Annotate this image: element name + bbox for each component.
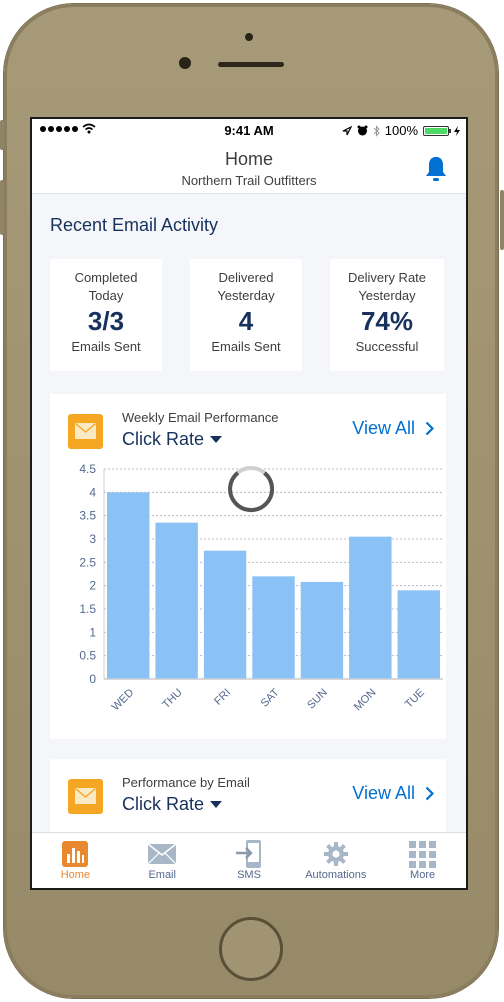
y-tick-label: 2 [89,579,96,593]
tab-sms[interactable]: SMS [206,833,293,888]
x-tick-label: SUN [305,687,330,712]
x-tick-label: FRI [212,687,233,708]
chevron-right-icon [425,421,434,436]
caret-down-icon [210,801,223,808]
view-all-link[interactable]: View All [352,418,434,439]
x-tick-label: MON [352,687,379,714]
status-bar: 9:41 AM 100% [32,119,466,143]
x-tick-label: TUE [403,687,427,711]
bar-mon [349,536,392,679]
bar-tue [397,590,440,679]
alarm-icon [357,125,368,136]
stat-label: Completed Today [74,270,138,303]
stat-label: Delivered Yesterday [217,270,275,303]
bar-sun [300,581,344,679]
stat-sub: Emails Sent [71,339,141,354]
stat-card-delivery-rate[interactable]: Delivery Rate Yesterday 74% Successful [330,259,444,371]
grid-icon [409,840,437,868]
stat-label: Delivery Rate Yesterday [347,270,427,303]
x-tick-label: WED [110,687,137,714]
y-tick-label: 1.5 [79,602,96,616]
y-tick-label: 3.5 [79,509,96,523]
bar-chart-icon [62,841,89,867]
tab-email[interactable]: Email [119,833,206,888]
tab-automations[interactable]: Automations [292,833,379,888]
nav-header: Home Northern Trail Outfitters [32,143,466,194]
location-icon [342,125,352,135]
front-sensor [245,33,253,41]
battery-percent: 100% [384,123,418,138]
metric-dropdown[interactable]: Click Rate [122,794,223,815]
envelope-icon [68,414,103,449]
y-tick-label: 4.5 [79,462,96,476]
stat-value: 4 [238,306,254,336]
gear-icon [323,842,348,866]
earpiece-speaker [218,62,284,67]
y-tick-label: 1 [89,625,96,639]
tab-label: Email [148,869,176,881]
card-kicker: Weekly Email Performance [122,410,279,425]
stat-value: 74% [360,306,414,336]
tab-label: Home [60,869,91,881]
home-button[interactable] [219,917,283,981]
tab-label: SMS [237,869,261,881]
y-tick-label: 4 [89,485,96,499]
battery-icon [423,125,451,136]
bar-thu [155,522,198,679]
front-camera [179,57,191,69]
bar-wed [107,492,150,679]
y-tick-label: 0.5 [79,649,96,663]
view-all-link[interactable]: View All [352,783,434,804]
stat-card-completed[interactable]: Completed Today 3/3 Emails Sent [50,259,162,371]
card-kicker: Performance by Email [122,775,250,790]
bar-sat [252,576,295,679]
stat-value: 3/3 [87,306,125,336]
caret-down-icon [210,436,223,443]
charging-icon [454,125,460,136]
mute-switch [0,120,4,150]
volume-up-button [0,180,4,235]
x-tick-label: THU [160,687,185,712]
tab-label: More [410,869,436,881]
weekly-performance-card: Weekly Email Performance Click Rate View… [50,394,446,739]
bar-fri [203,550,247,679]
power-button [500,190,504,250]
x-tick-label: SAT [259,686,282,709]
stat-card-delivered[interactable]: Delivered Yesterday 4 Emails Sent [190,259,302,371]
envelope-icon [148,844,177,864]
tab-home[interactable]: Home [32,833,119,888]
bluetooth-icon [373,124,380,137]
tab-more[interactable]: More [379,833,466,888]
y-tick-label: 3 [89,532,96,546]
stat-sub: Emails Sent [211,339,281,354]
envelope-icon [68,779,103,814]
y-tick-label: 0 [89,672,96,686]
metric-dropdown[interactable]: Click Rate [122,429,223,450]
main-content: Recent Email Activity Completed Today 3/3… [32,194,466,849]
page-title: Home [224,149,273,169]
page-subtitle: Northern Trail Outfitters [181,173,317,188]
loading-spinner-icon [228,466,275,512]
bell-icon[interactable] [424,155,448,183]
stat-sub: Successful [355,339,419,354]
phone-sms-icon [235,840,261,868]
section-title-recent-activity: Recent Email Activity [50,215,219,235]
tab-bar: Home Email SMS Automations More [32,832,466,888]
app-screen: 9:41 AM 100% Home Northern Trail Outfitt… [30,117,468,890]
chevron-right-icon [425,786,434,801]
y-tick-label: 2.5 [79,555,96,569]
tab-label: Automations [305,869,367,881]
